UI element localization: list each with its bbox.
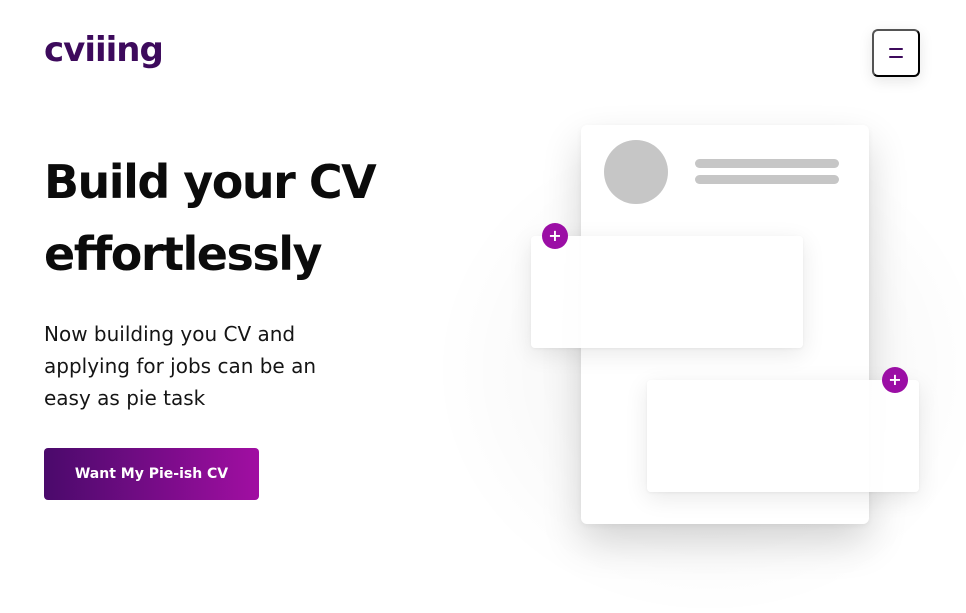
logo[interactable]: cviiing bbox=[44, 30, 164, 70]
plus-icon[interactable]: + bbox=[542, 223, 568, 249]
cv-section-card bbox=[647, 380, 919, 492]
avatar-placeholder bbox=[604, 140, 668, 204]
hamburger-menu-icon bbox=[889, 48, 903, 50]
hero-title: Build your CV effortlessly bbox=[44, 155, 377, 281]
hamburger-menu-icon-bar bbox=[889, 56, 903, 58]
plus-icon[interactable]: + bbox=[882, 367, 908, 393]
cta-button[interactable]: Want My Pie-ish CV bbox=[44, 448, 259, 500]
title-placeholder-line bbox=[695, 175, 839, 184]
hero-subtitle: Now building you CV and applying for job… bbox=[44, 322, 317, 410]
name-placeholder-line bbox=[695, 159, 839, 168]
menu-button[interactable] bbox=[872, 29, 920, 77]
cv-section-card bbox=[531, 236, 803, 348]
